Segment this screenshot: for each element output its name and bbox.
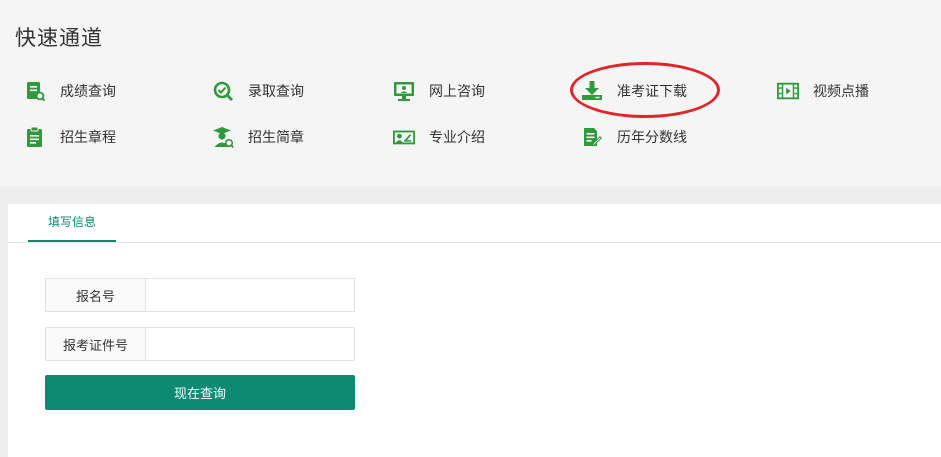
search-check-icon <box>212 80 234 102</box>
link-admission-query[interactable]: 录取查询 <box>212 76 304 106</box>
download-icon <box>581 80 603 102</box>
note-edit-icon <box>581 126 603 148</box>
monitor-chat-icon <box>393 80 415 102</box>
registration-number-input[interactable] <box>145 278 355 312</box>
query-form-panel: 填写信息 报名号 报考证件号 现在查询 <box>8 204 941 457</box>
id-card-icon <box>393 126 415 148</box>
link-label: 录取查询 <box>248 84 304 100</box>
id-number-row: 报考证件号 <box>45 327 355 361</box>
link-label: 招生章程 <box>60 130 116 146</box>
tab-fill-info[interactable]: 填写信息 <box>28 204 116 242</box>
video-icon <box>777 80 799 102</box>
link-score-query[interactable]: 成绩查询 <box>24 76 116 106</box>
link-admission-brochure[interactable]: 招生简章 <box>212 122 304 152</box>
tab-bar: 填写信息 <box>8 204 941 243</box>
link-label: 准考证下载 <box>617 84 687 100</box>
link-label: 专业介绍 <box>429 130 485 146</box>
link-label: 网上咨询 <box>429 84 485 100</box>
link-admission-ticket-download[interactable]: 准考证下载 <box>581 76 687 106</box>
score-search-icon <box>24 80 46 102</box>
link-video-on-demand[interactable]: 视频点播 <box>777 76 869 106</box>
link-admission-regulations[interactable]: 招生章程 <box>24 122 116 152</box>
registration-number-label: 报名号 <box>45 278 145 312</box>
id-number-label: 报考证件号 <box>45 327 145 361</box>
graduate-icon <box>212 126 234 148</box>
link-label: 历年分数线 <box>617 130 687 146</box>
link-label: 成绩查询 <box>60 84 116 100</box>
query-now-button[interactable]: 现在查询 <box>45 375 355 410</box>
link-historical-score-lines[interactable]: 历年分数线 <box>581 122 687 152</box>
link-label: 视频点播 <box>813 84 869 100</box>
link-major-introduction[interactable]: 专业介绍 <box>393 122 485 152</box>
document-icon <box>24 126 46 148</box>
link-label: 招生简章 <box>248 130 304 146</box>
quick-access-title: 快速通道 <box>15 26 103 50</box>
registration-number-row: 报名号 <box>45 278 355 312</box>
link-online-consult[interactable]: 网上咨询 <box>393 76 485 106</box>
quick-access-panel: 快速通道 成绩查询 录取查询 网上咨询 准考证下载 视频点播 招生章程 招生简章… <box>0 0 941 186</box>
id-number-input[interactable] <box>145 327 355 361</box>
